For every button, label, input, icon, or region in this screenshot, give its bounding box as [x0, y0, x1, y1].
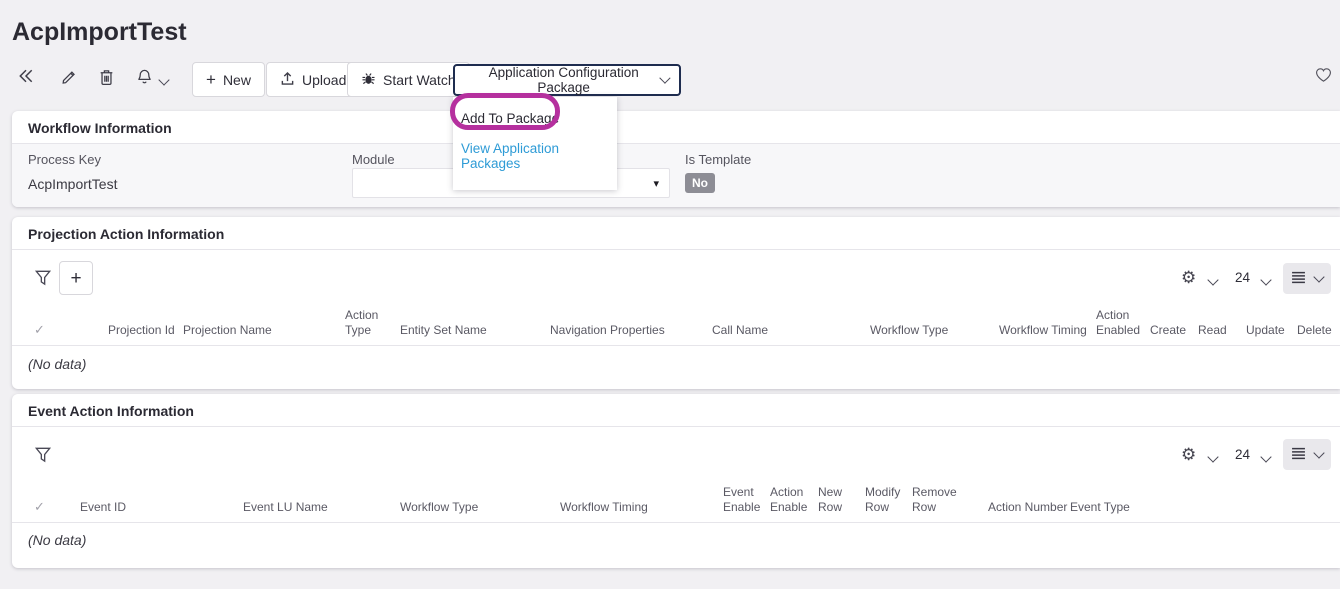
projection-view-mode-button[interactable] [1283, 263, 1331, 294]
col-workflow-type[interactable]: Workflow Type [400, 500, 478, 515]
workflow-body [12, 144, 1340, 207]
new-button[interactable]: + New [192, 62, 265, 97]
projection-section-title: Projection Action Information [28, 226, 224, 242]
divider [12, 426, 1340, 427]
bug-icon [361, 71, 376, 89]
projection-page-size[interactable]: 24 [1235, 270, 1250, 285]
event-page-size-dropdown[interactable] [1262, 453, 1270, 461]
workflow-information-card: Workflow Information Process Key AcpImpo… [12, 111, 1340, 207]
caret-down-icon: ▾ [653, 177, 659, 190]
process-key-label: Process Key [28, 152, 101, 167]
col-navigation-properties[interactable]: Navigation Properties [550, 323, 665, 338]
pencil-icon [60, 69, 77, 89]
col-event-lu-name[interactable]: Event LU Name [243, 500, 328, 515]
bell-icon [136, 68, 153, 89]
chevron-down-icon [158, 74, 169, 85]
event-settings-dropdown[interactable] [1209, 453, 1217, 461]
delete-button[interactable] [99, 69, 114, 89]
process-key-value: AcpImportTest [28, 176, 117, 192]
package-menu: Add To Package View Application Packages [453, 97, 617, 190]
projection-settings-dropdown[interactable] [1209, 276, 1217, 284]
event-settings-button[interactable]: ⚙ [1181, 446, 1196, 463]
col-entity-set-name[interactable]: Entity Set Name [400, 323, 487, 338]
event-view-mode-button[interactable] [1283, 439, 1331, 470]
col-workflow-type[interactable]: Workflow Type [870, 323, 948, 338]
heart-icon [1315, 67, 1332, 86]
package-select-label: Application Configuration Package [466, 65, 661, 95]
plus-icon: + [70, 269, 81, 288]
col-action-type[interactable]: Action Type [345, 308, 389, 338]
upload-icon [280, 71, 295, 89]
plus-icon: + [206, 71, 216, 88]
start-watch-button-label: Start Watch [383, 72, 456, 88]
upload-button-label: Upload [302, 72, 346, 88]
projection-settings-button[interactable]: ⚙ [1181, 269, 1196, 286]
col-projection-name[interactable]: Projection Name [183, 323, 272, 338]
col-remove-row[interactable]: Remove Row [912, 485, 964, 515]
col-action-number[interactable]: Action Number [988, 500, 1067, 515]
col-action-enable[interactable]: Action Enable [770, 485, 814, 515]
is-template-label: Is Template [685, 152, 751, 167]
projection-page-size-dropdown[interactable] [1262, 276, 1270, 284]
col-event-id[interactable]: Event ID [80, 500, 126, 515]
collapse-button[interactable] [18, 69, 34, 86]
notifications-dropdown-button[interactable] [160, 76, 168, 84]
select-all-check-icon[interactable]: ✓ [34, 322, 45, 338]
favorite-button[interactable] [1315, 67, 1332, 86]
start-watch-button[interactable]: Start Watch [347, 62, 470, 97]
col-action-enabled[interactable]: Action Enabled [1096, 308, 1148, 338]
divider [12, 249, 1340, 250]
filter-funnel-icon [34, 445, 52, 468]
page-title: AcpImportTest [12, 18, 187, 47]
col-create[interactable]: Create [1150, 323, 1186, 338]
list-view-icon [1291, 271, 1306, 287]
is-template-badge: No [685, 173, 715, 193]
list-view-icon [1291, 447, 1306, 463]
col-workflow-timing[interactable]: Workflow Timing [999, 323, 1087, 338]
package-select-button[interactable]: Application Configuration Package [453, 64, 681, 96]
col-read[interactable]: Read [1198, 323, 1227, 338]
projection-action-card: Projection Action Information + ⚙ 24 ✓ P… [12, 217, 1340, 389]
chevron-down-icon [1207, 274, 1218, 285]
chevron-down-icon [1313, 447, 1324, 458]
col-event-enable[interactable]: Event Enable [723, 485, 767, 515]
col-event-type[interactable]: Event Type [1070, 500, 1130, 515]
col-projection-id[interactable]: Projection Id [108, 323, 175, 338]
menu-item-view-application-packages[interactable]: View Application Packages [453, 134, 617, 179]
module-label: Module [352, 152, 395, 167]
chevron-down-icon [1207, 451, 1218, 462]
col-new-row[interactable]: New Row [818, 485, 856, 515]
event-table-header: ✓ Event ID Event LU Name Workflow Type W… [12, 477, 1340, 523]
trash-icon [99, 69, 114, 89]
event-filter-button[interactable] [34, 445, 52, 468]
projection-filter-button[interactable] [34, 268, 52, 291]
double-chevron-left-icon [18, 69, 34, 86]
projection-empty-text: (No data) [28, 356, 86, 372]
col-workflow-timing[interactable]: Workflow Timing [560, 500, 648, 515]
new-button-label: New [223, 72, 251, 88]
select-all-check-icon[interactable]: ✓ [34, 499, 45, 515]
chevron-down-icon [1313, 271, 1324, 282]
event-section-title: Event Action Information [28, 403, 194, 419]
menu-item-add-to-package[interactable]: Add To Package [453, 102, 617, 134]
chevron-down-icon [1260, 274, 1271, 285]
event-action-card: Event Action Information ⚙ 24 ✓ Event ID… [12, 394, 1340, 568]
col-call-name[interactable]: Call Name [712, 323, 768, 338]
edit-button[interactable] [60, 69, 77, 89]
col-delete[interactable]: Delete [1297, 323, 1332, 338]
filter-funnel-icon [34, 268, 52, 291]
chevron-down-icon [1260, 451, 1271, 462]
projection-add-row-button[interactable]: + [59, 261, 93, 295]
workflow-section-title: Workflow Information [28, 120, 172, 136]
projection-table-header: ✓ Projection Id Projection Name Action T… [12, 300, 1340, 346]
col-modify-row[interactable]: Modify Row [865, 485, 909, 515]
event-page-size[interactable]: 24 [1235, 447, 1250, 462]
notifications-button[interactable] [136, 68, 153, 89]
col-update[interactable]: Update [1246, 323, 1285, 338]
event-empty-text: (No data) [28, 532, 86, 548]
